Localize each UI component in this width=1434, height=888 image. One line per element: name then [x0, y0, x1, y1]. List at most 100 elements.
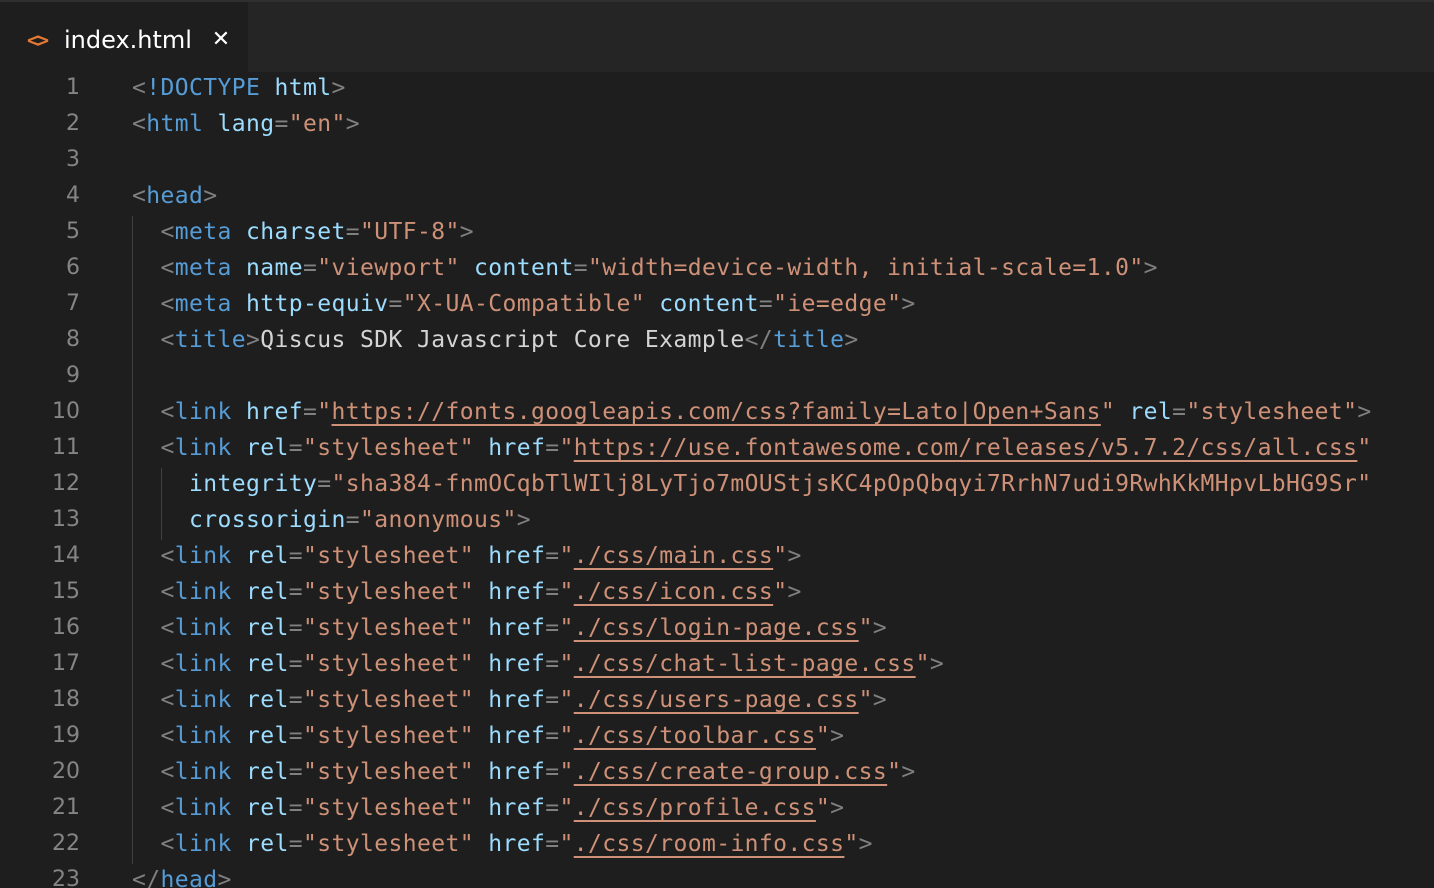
code-token: =: [545, 579, 560, 605]
code-token: =: [545, 831, 560, 857]
line-number: 15: [52, 579, 80, 604]
code-token: =: [317, 471, 332, 497]
code-line[interactable]: 12 integrity="sha384-fnmOCqbTlWIlj8LyTjo…: [0, 466, 1434, 502]
code-token: =: [303, 399, 318, 425]
line-number: 10: [52, 399, 80, 424]
code-line[interactable]: 5 <meta charset="UTF-8">: [0, 214, 1434, 250]
code-line[interactable]: 23 </head>: [0, 862, 1434, 888]
url-link[interactable]: ./css/room-info.css: [574, 831, 845, 857]
code-token: =: [288, 579, 303, 605]
code-line[interactable]: 15 <link rel="stylesheet" href="./css/ic…: [0, 574, 1434, 610]
code-line[interactable]: 4 <head>: [0, 178, 1434, 214]
code-token: ": [559, 579, 574, 605]
code-line[interactable]: 19 <link rel="stylesheet" href="./css/to…: [0, 718, 1434, 754]
code-line[interactable]: 11 <link rel="stylesheet" href="https://…: [0, 430, 1434, 466]
code-token: ": [1100, 399, 1116, 425]
tab-index-html[interactable]: <> index.html ✕: [0, 2, 248, 74]
code-line[interactable]: 8 <title>Qiscus SDK Javascript Core Exam…: [0, 322, 1434, 358]
code-token: >: [872, 615, 888, 641]
code-text: <link rel="stylesheet" href="./css/profi…: [132, 790, 845, 826]
code-text: <meta charset="UTF-8">: [132, 214, 474, 250]
url-link[interactable]: ./css/icon.css: [574, 579, 773, 605]
code-text: <link rel="stylesheet" href="./css/login…: [132, 610, 887, 646]
url-link[interactable]: ./css/profile.css: [574, 795, 816, 821]
code-text: <!DOCTYPE html>: [132, 72, 346, 106]
url-link[interactable]: ./css/create-group.css: [574, 759, 887, 785]
code-line[interactable]: 6 <meta name="viewport" content="width=d…: [0, 250, 1434, 286]
code-line[interactable]: 17 <link rel="stylesheet" href="./css/ch…: [0, 646, 1434, 682]
url-link[interactable]: ./css/main.css: [574, 543, 773, 569]
code-token: link: [174, 795, 232, 821]
code-token: ": [559, 615, 574, 641]
code-line[interactable]: 2 <html lang="en">: [0, 106, 1434, 142]
code-token: "stylesheet": [303, 687, 474, 713]
code-token: "stylesheet": [303, 543, 474, 569]
code-token: Qiscus SDK Javascript Core Example: [260, 327, 745, 353]
code-line[interactable]: 3: [0, 142, 1434, 178]
code-token: ": [559, 435, 574, 461]
code-token: ": [559, 723, 574, 749]
line-number: 6: [66, 255, 80, 280]
url-link[interactable]: ./css/chat-list-page.css: [574, 651, 916, 677]
code-token: "anonymous": [359, 507, 517, 533]
code-text: <meta name="viewport" content="width=dev…: [132, 250, 1158, 286]
code-token: "stylesheet": [303, 831, 474, 857]
code-token: <: [160, 219, 175, 245]
code-line[interactable]: 18 <link rel="stylesheet" href="./css/us…: [0, 682, 1434, 718]
line-number: 23: [52, 867, 80, 888]
code-token: >: [203, 183, 218, 209]
code-line[interactable]: 10 <link href="https://fonts.googleapis.…: [0, 394, 1434, 430]
code-token: rel: [246, 759, 289, 785]
code-token: <: [160, 399, 175, 425]
code-token: name: [246, 255, 303, 281]
url-link[interactable]: ./css/login-page.css: [574, 615, 859, 641]
code-token: >: [345, 111, 360, 137]
code-line[interactable]: 9: [0, 358, 1434, 394]
close-icon[interactable]: ✕: [207, 24, 235, 56]
url-link[interactable]: ./css/toolbar.css: [574, 723, 816, 749]
code-editor[interactable]: 1 <!DOCTYPE html> 2 <html lang="en"> 3 4 <head…: [0, 72, 1434, 888]
code-token: =: [288, 723, 303, 749]
code-token: link: [174, 687, 232, 713]
url-link[interactable]: https://use.fontawesome.com/releases/v5.…: [574, 435, 1358, 461]
code-line[interactable]: 1 <!DOCTYPE html>: [0, 72, 1434, 106]
code-token: "stylesheet": [303, 435, 474, 461]
code-token: "viewport": [317, 255, 460, 281]
code-line[interactable]: 22 <link rel="stylesheet" href="./css/ro…: [0, 826, 1434, 862]
code-token: <: [132, 183, 147, 209]
code-line[interactable]: 7 <meta http-equiv="X-UA-Compatible" con…: [0, 286, 1434, 322]
code-token: =: [1172, 399, 1187, 425]
code-line[interactable]: 16 <link rel="stylesheet" href="./css/lo…: [0, 610, 1434, 646]
code-token: =: [288, 615, 303, 641]
line-number: 17: [52, 651, 80, 676]
code-token: <: [160, 255, 175, 281]
url-link[interactable]: https://fonts.googleapis.com/css?family=…: [332, 399, 1101, 425]
code-token: <: [160, 327, 175, 353]
code-token: =: [545, 759, 560, 785]
url-link[interactable]: ./css/users-page.css: [574, 687, 859, 713]
code-line[interactable]: 20 <link rel="stylesheet" href="./css/cr…: [0, 754, 1434, 790]
code-token: >: [844, 327, 859, 353]
code-token: link: [174, 543, 232, 569]
code-line[interactable]: 13 crossorigin="anonymous">: [0, 502, 1434, 538]
code-token: =: [545, 543, 560, 569]
code-brackets-icon: <>: [27, 28, 49, 52]
code-token: meta: [174, 255, 232, 281]
code-token: content: [659, 291, 759, 317]
code-line[interactable]: 21 <link rel="stylesheet" href="./css/pr…: [0, 790, 1434, 826]
code-token: href: [246, 399, 303, 425]
code-token: ": [317, 399, 332, 425]
code-line[interactable]: 14 <link rel="stylesheet" href="./css/ma…: [0, 538, 1434, 574]
code-token: href: [488, 795, 546, 821]
